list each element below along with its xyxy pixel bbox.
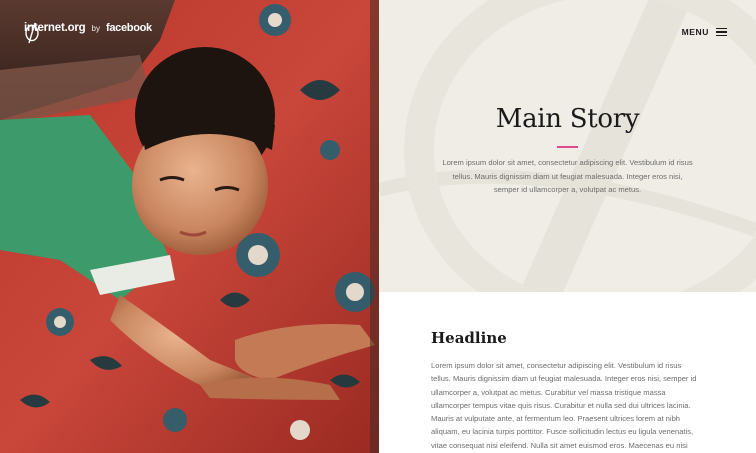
child-photo-illustration bbox=[0, 0, 379, 453]
menu-button[interactable]: MENU bbox=[682, 27, 727, 37]
brand-by: by bbox=[91, 23, 100, 33]
hamburger-icon bbox=[716, 28, 727, 36]
hero-intro-text: Lorem ipsum dolor sit amet, consectetur … bbox=[442, 158, 693, 194]
main-story-hero: MENU Main Story Lorem ipsum dolor sit am… bbox=[379, 0, 756, 292]
article-headline: Headline bbox=[431, 329, 507, 347]
article-section: Headline Lorem ipsum dolor sit amet, con… bbox=[379, 292, 756, 453]
page-title: Main Story bbox=[495, 104, 640, 134]
article-body-text: Lorem ipsum dolor sit amet, consectetur … bbox=[431, 361, 697, 450]
menu-label: MENU bbox=[681, 27, 709, 37]
brand-logo[interactable]: internet.org by facebook bbox=[24, 22, 152, 44]
title-accent-divider bbox=[557, 146, 578, 148]
hero-photo: internet.org by facebook bbox=[0, 0, 379, 453]
internet-org-logo-icon bbox=[25, 22, 39, 44]
brand-partner-name: facebook bbox=[105, 22, 152, 34]
